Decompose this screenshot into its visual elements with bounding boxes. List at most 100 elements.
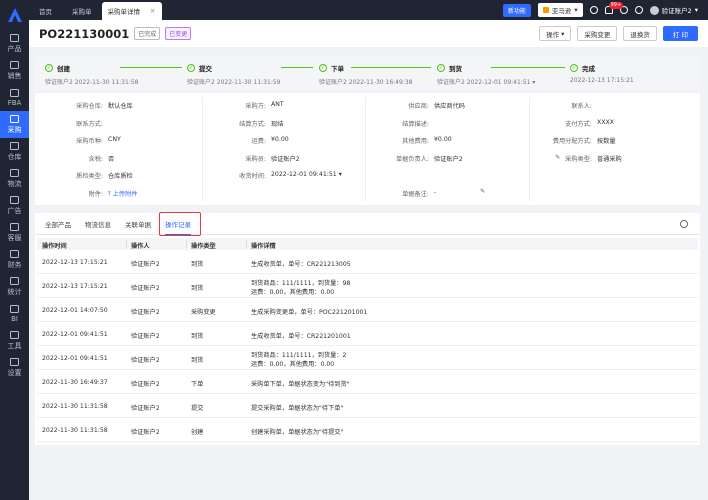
field-label: 收货时间:	[193, 171, 266, 180]
theme-icon[interactable]	[634, 6, 643, 14]
step-title: 下单	[331, 65, 344, 73]
user-menu[interactable]: 验证账户2 ▾	[649, 5, 698, 15]
purchase-change-button[interactable]: 采购变更	[577, 26, 618, 41]
sidebar-item-8[interactable]: 财务	[0, 246, 29, 273]
sidebar-item-3[interactable]: 采购	[0, 111, 29, 138]
help-icon[interactable]	[589, 6, 598, 14]
sidebar-item-12[interactable]: 设置	[0, 354, 29, 381]
field-value-text: 按数量	[597, 138, 616, 145]
log-detail: 生成收货单，单号：CR221213005	[251, 261, 351, 268]
field-value: XXXX	[597, 119, 614, 126]
avatar	[649, 5, 659, 15]
sidebar-item-6[interactable]: 广告	[0, 192, 29, 219]
field-value-text: -	[434, 188, 437, 196]
return-exchange-button[interactable]: 退换货	[623, 26, 657, 41]
tab-purchase-order-detail[interactable]: 采购单详情 ×	[101, 2, 162, 20]
log-detail: 到货商品：111/1111，到货量：98	[251, 280, 351, 287]
detail-tabs: 全部产品 物流信息 关联单据 操作记录	[35, 212, 700, 236]
field-label: 联系方式:	[35, 119, 103, 128]
new-features-button[interactable]: 新功能	[502, 3, 531, 17]
field-label-text: 采购方:	[245, 103, 266, 110]
field-label-text: 单据负责人:	[395, 155, 429, 163]
chevron-down-icon[interactable]: ▾	[532, 79, 535, 86]
log-type: 到货	[191, 357, 204, 364]
operations-dropdown[interactable]: 操作 ▾	[539, 26, 572, 41]
sidebar-item-label: BI	[11, 314, 18, 323]
field-value-text: 验证账户2	[434, 155, 463, 163]
edit-icon[interactable]: ✎	[480, 188, 485, 195]
field-value-text: 2022-12-01 09:41:51	[271, 171, 337, 178]
tab-all-products[interactable]: 全部产品	[45, 219, 71, 229]
sidebar-item-label: 设置	[7, 368, 22, 377]
field-value-text: ¥0.00	[434, 136, 452, 143]
chevron-down-icon[interactable]: ▾	[339, 171, 342, 178]
sidebar-item-5[interactable]: 物流	[0, 165, 29, 192]
chevron-down-icon: ▾	[694, 6, 698, 14]
table-row: 2022-12-01 09:41:51 验证账户2 到货 到货商品：111/1111，…	[37, 346, 698, 370]
print-button[interactable]: 打 印	[662, 26, 698, 41]
step-time: 2022-11-30 16:49:38	[348, 79, 413, 86]
field-label: 采购仓库:	[35, 101, 103, 110]
field-value: ANT	[271, 101, 284, 108]
field-value-text: 默认仓库	[108, 103, 133, 110]
store-selector[interactable]: 亚马逊 ▾	[537, 3, 583, 17]
sidebar-item-2[interactable]: FBA	[0, 84, 29, 111]
check-icon: ✓	[437, 64, 445, 72]
sidebar-item-4[interactable]: 仓库	[0, 138, 29, 165]
log-detail-extra: 运费：0.00，其他费用：0.00	[251, 289, 335, 296]
close-icon[interactable]: ×	[150, 7, 156, 15]
field-label	[356, 171, 429, 180]
upload-attachment-link[interactable]: ⤒ 上传附件	[108, 189, 137, 199]
log-user: 验证账户2	[131, 429, 160, 436]
tab-home[interactable]: 首页	[29, 2, 62, 20]
field-value-text: ¥0.00	[271, 136, 289, 143]
field-value: 验证账户2	[271, 154, 300, 163]
log-user: 验证账户2	[131, 333, 160, 340]
bell-icon[interactable]: 99+	[604, 2, 624, 14]
sidebar-item-10[interactable]: BI	[0, 300, 29, 327]
edit-icon[interactable]: ✎	[555, 154, 560, 161]
table-row: 2022-11-30 16:49:37 验证账户2 下单 采购单下单，单据状态变为"待…	[37, 370, 698, 394]
log-user: 验证账户2	[131, 405, 160, 412]
table-row: 2022-12-01 09:41:51 验证账户2 到货 生成收货单，单号：CR221…	[37, 322, 698, 346]
column-settings-icon[interactable]	[680, 220, 688, 228]
field-label-text: 收货时间:	[239, 173, 266, 180]
chevron-down-icon: ▾	[574, 6, 578, 14]
field-value-text: 否	[108, 155, 115, 163]
field-value: -	[434, 189, 436, 196]
sidebar-item-1[interactable]: 销售	[0, 57, 29, 84]
step-title: 到货	[449, 65, 462, 73]
tab-related-docs[interactable]: 关联单据	[125, 219, 151, 229]
field-label: 采购方:	[193, 101, 266, 110]
field-label: 采购币种:	[35, 136, 103, 145]
field-label: 单据备注:	[356, 189, 429, 198]
sidebar-item-11[interactable]: 工具	[0, 327, 29, 354]
sidebar-item-label: 财务	[7, 260, 22, 269]
step-received: ✓ 到货 验证账户2 2022-12-01 09:41:51 ▾	[437, 63, 535, 86]
sidebar-item-0[interactable]: 产品	[0, 30, 29, 57]
truck-icon	[10, 168, 19, 177]
column-divider	[246, 240, 247, 248]
operation-log-table: 2022-12-13 17:15:21 验证账户2 到货 生成收货单，单号：CR221…	[37, 250, 698, 442]
sidebar-item-7[interactable]: 客服	[0, 219, 29, 246]
chart-icon	[10, 276, 19, 285]
table-row: 2022-12-13 17:15:21 验证账户2 到货 生成收货单，单号：CR221…	[37, 250, 698, 274]
tab-purchase-orders[interactable]: 采购单	[62, 2, 102, 20]
app-logo[interactable]	[0, 0, 29, 30]
user-name: 验证账户2	[661, 7, 692, 15]
step-submitted: ✓ 提交 验证账户2 2022-11-30 11:31:59	[187, 63, 280, 86]
order-info-panel: 采购仓库: 默认仓库 联系方式: 采购币种: CNY 含税: 否质检类型: 仓库质检 附件: ⤒ …	[35, 93, 700, 205]
detail-card: 全部产品 物流信息 关联单据 操作记录 操作时间 操作人 操作类型 操作详情 2…	[35, 212, 700, 445]
field-label-text: 附件:	[88, 190, 103, 198]
log-type: 提交	[191, 405, 204, 412]
logo-icon	[7, 8, 22, 22]
step-completed: ✓ 完成 2022-12-13 17:15:21	[570, 63, 634, 84]
sidebar-item-9[interactable]: 统计	[0, 273, 29, 300]
tab-logistics[interactable]: 物流信息	[85, 219, 111, 229]
field-label-text: 采购仓库:	[76, 103, 103, 110]
log-detail: 创建采购单，单据状态为"待提交"	[251, 429, 344, 436]
field-label: 支付方式:	[519, 119, 592, 128]
field-label-text: 联系方式:	[76, 120, 103, 128]
field-value: ¥0.00	[271, 136, 289, 143]
sidebar-item-label: 产品	[7, 44, 22, 53]
